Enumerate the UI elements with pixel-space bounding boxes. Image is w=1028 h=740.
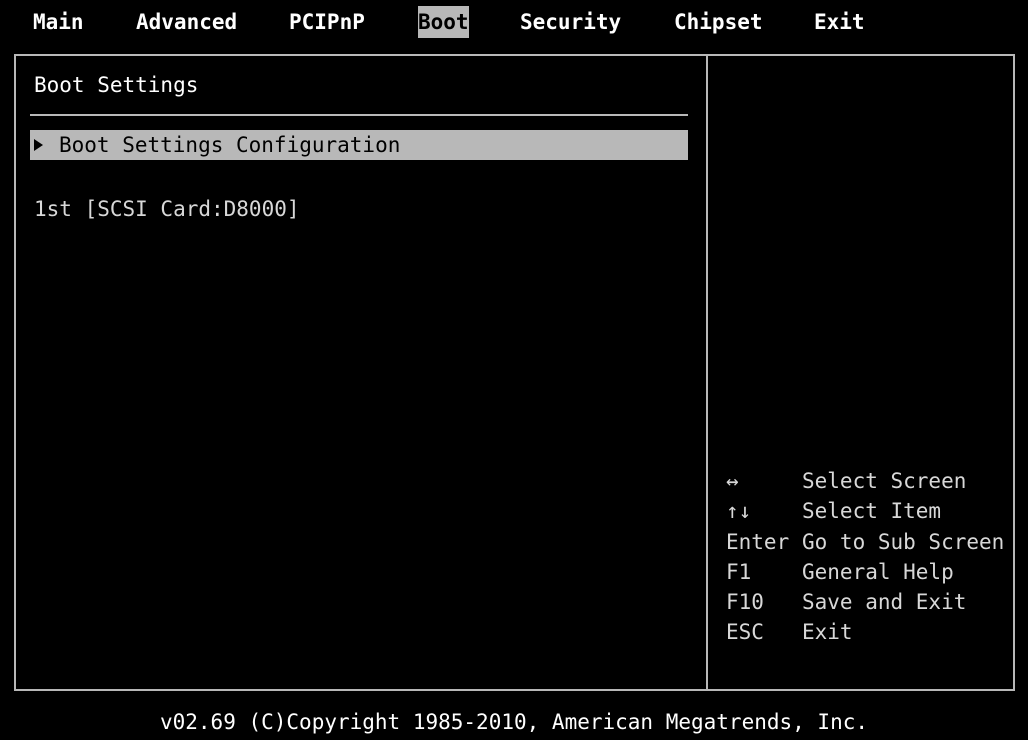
- help-desc: Save and Exit: [802, 590, 967, 614]
- copyright-footer: v02.69 (C)Copyright 1985-2010, American …: [159, 710, 868, 734]
- help-key: ESC: [726, 620, 764, 644]
- tab-pcipnp[interactable]: PCIPnP: [289, 6, 365, 38]
- boot-device-1st[interactable]: 1st [SCSI Card:D8000]: [34, 194, 300, 224]
- tab-boot[interactable]: Boot: [418, 6, 469, 38]
- submenu-label: Boot Settings Configuration: [59, 133, 401, 157]
- help-key: F10: [726, 590, 764, 614]
- tab-chipset[interactable]: Chipset: [674, 6, 763, 38]
- submenu-boot-settings-configuration[interactable]: Boot Settings Configuration: [30, 130, 688, 160]
- tab-exit[interactable]: Exit: [814, 6, 865, 38]
- page-title: Boot Settings: [34, 73, 199, 97]
- tab-advanced[interactable]: Advanced: [136, 6, 237, 38]
- tab-security[interactable]: Security: [520, 6, 621, 38]
- help-desc: General Help: [802, 560, 954, 584]
- help-desc: Select Screen: [802, 469, 967, 493]
- submenu-arrow-icon: [34, 139, 43, 151]
- title-divider: [30, 114, 688, 116]
- help-key: Enter: [726, 530, 790, 554]
- help-desc: Select Item: [802, 499, 942, 523]
- help-desc: Go to Sub Screen: [802, 530, 1005, 554]
- left-right-arrow-icon: ↔: [726, 469, 739, 493]
- menu-bar: Main Advanced PCIPnP Boot Security Chips…: [0, 0, 1028, 48]
- up-down-arrow-icon: ↑↓: [726, 499, 752, 523]
- help-key: F1: [726, 560, 752, 584]
- help-desc: Exit: [802, 620, 853, 644]
- tab-main[interactable]: Main: [33, 6, 84, 38]
- panel-divider: [706, 54, 708, 691]
